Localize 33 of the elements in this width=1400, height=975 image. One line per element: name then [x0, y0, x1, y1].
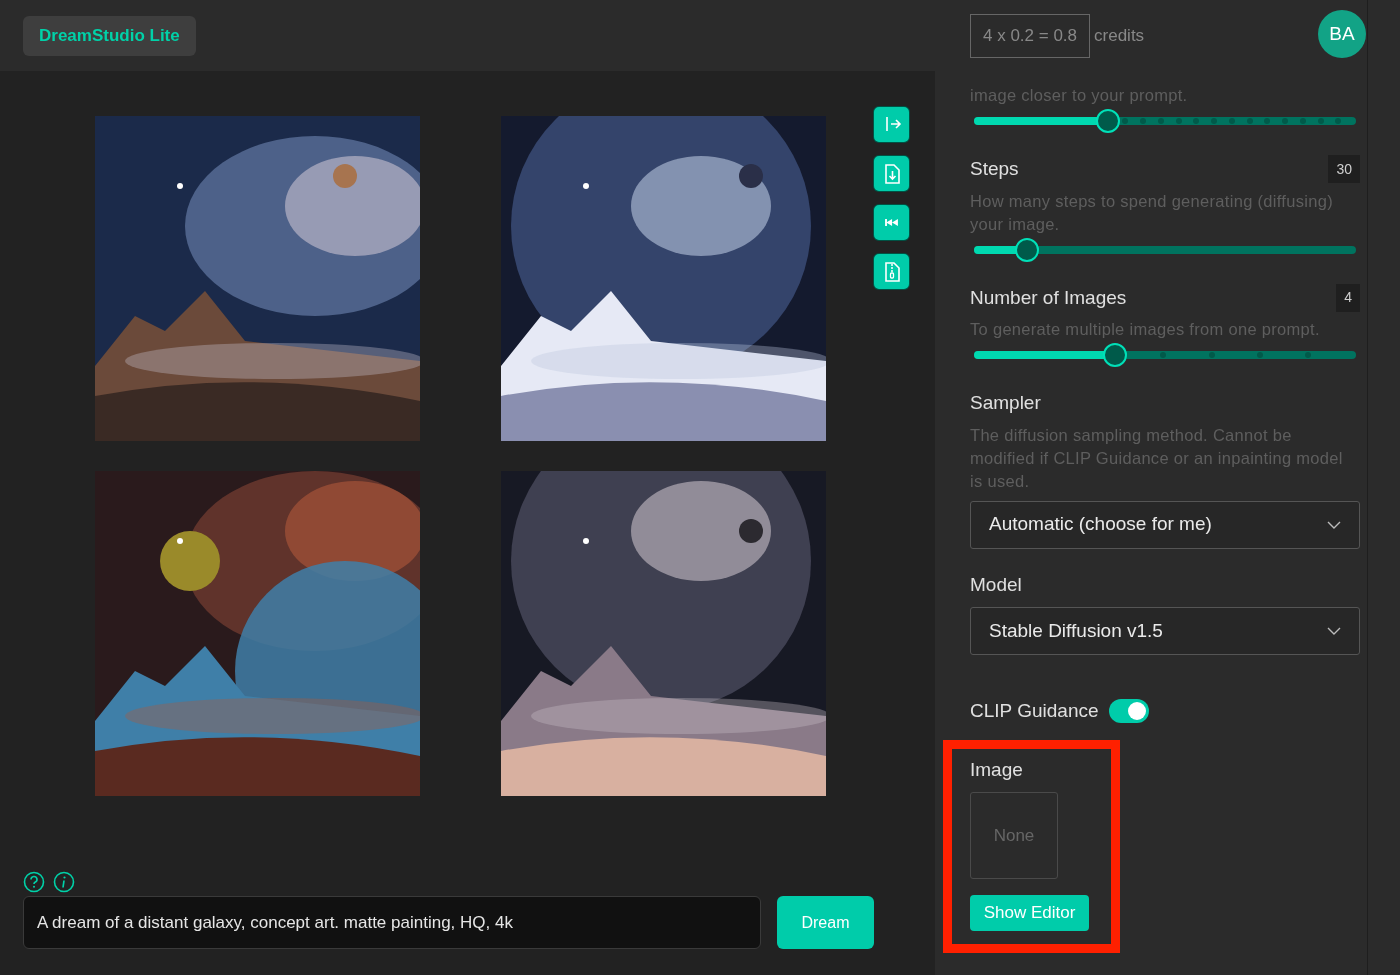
chevron-down-icon [1327, 626, 1341, 636]
rewind-icon [885, 219, 898, 226]
slider-thumb[interactable] [1103, 343, 1128, 367]
dropdown-value: Automatic (choose for me) [989, 512, 1212, 537]
prompt-field[interactable]: A dream of a distant galaxy, concept art. matte painting, HQ, 4k [23, 896, 761, 949]
setting-label: Model [970, 572, 1022, 597]
dropdown[interactable]: Automatic (choose for me) [970, 500, 1360, 549]
info-icon[interactable] [53, 871, 75, 893]
download-button[interactable] [873, 155, 910, 192]
credits-label: credits [1094, 24, 1145, 47]
toggle-switch[interactable] [1108, 699, 1149, 724]
slider[interactable] [974, 343, 1356, 367]
value-badge: 30 [1328, 155, 1360, 184]
help-icon[interactable] [23, 871, 45, 893]
setting-label: Sampler [970, 391, 1041, 415]
setting-label: CLIP Guidance [970, 699, 1099, 723]
setting-label: Image [970, 757, 1024, 782]
credit-cost: 4 x 0.2 = 0.8 [970, 13, 1091, 58]
user-avatar[interactable]: BA [1318, 10, 1366, 58]
setting-label: Number of Images [970, 285, 1127, 310]
setting-label: Steps [970, 157, 1019, 181]
slider[interactable] [974, 109, 1356, 133]
slider-thumb[interactable] [1095, 109, 1120, 133]
slider-thumb[interactable] [1015, 237, 1040, 262]
chevron-down-icon [1327, 519, 1341, 530]
app-title[interactable]: DreamStudio Lite [23, 15, 196, 56]
rewind-button[interactable] [873, 204, 910, 241]
dropdown[interactable]: Stable Diffusion v1.5 [970, 607, 1360, 655]
slider[interactable] [974, 237, 1356, 262]
value-badge: 4 [1336, 283, 1360, 312]
dropdown-value: Stable Diffusion v1.5 [989, 618, 1163, 643]
zip-button[interactable] [873, 253, 910, 290]
expand-button[interactable] [873, 106, 910, 143]
